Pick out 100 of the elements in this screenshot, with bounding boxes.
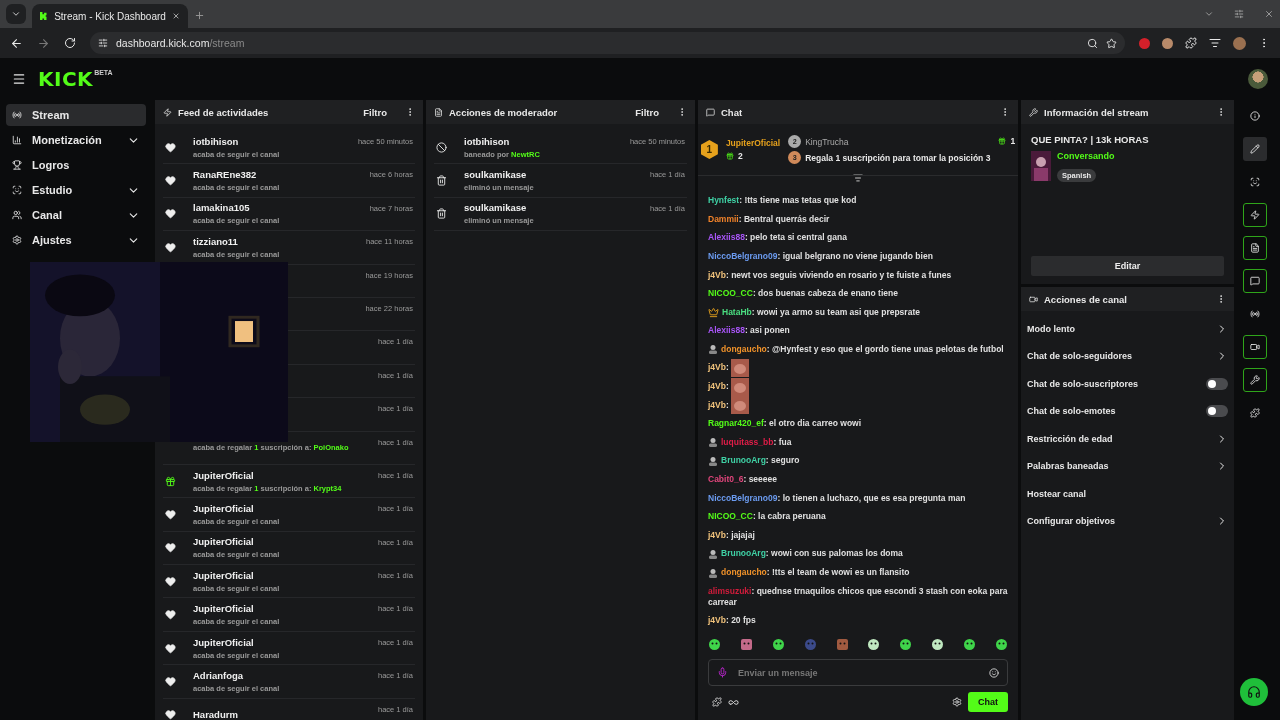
- emote-icon[interactable]: [899, 638, 913, 651]
- username[interactable]: tizziano11: [193, 235, 358, 247]
- chat-message: NICOO_CC: la cabra peruana: [708, 511, 827, 523]
- category-link[interactable]: Conversando: [1057, 151, 1115, 161]
- username[interactable]: RanaREne382: [193, 169, 362, 181]
- bolt-icon: [1250, 210, 1260, 220]
- headset-icon: [1247, 685, 1261, 699]
- panel-title: Acciones de moderador: [449, 106, 559, 118]
- chat-message: j4Vb:: [708, 362, 729, 374]
- message-box[interactable]: Enviar un mensaje: [708, 659, 1008, 686]
- channel-action[interactable]: Modo lento: [1027, 323, 1216, 334]
- username[interactable]: Adrianfoga: [193, 669, 370, 681]
- address-bar[interactable]: dashboard.kick.com/stream: [90, 32, 1125, 54]
- sidebar-item[interactable]: Stream: [6, 104, 146, 126]
- trash-icon: [436, 175, 447, 187]
- edit-button[interactable]: Editar: [1031, 256, 1224, 276]
- channel-action[interactable]: Chat de solo-emotes: [1027, 406, 1206, 417]
- channel-action[interactable]: Chat de solo-seguidores: [1027, 351, 1216, 362]
- ban-icon: [436, 141, 447, 153]
- heart-icon: [165, 141, 176, 153]
- chat-message: dongaucho: !tts el team de wowi es un flansito: [721, 567, 911, 578]
- extension-icon[interactable]: [1162, 37, 1173, 49]
- emote-icon[interactable]: [867, 638, 881, 651]
- emote-icon[interactable]: [963, 638, 976, 651]
- rail-button[interactable]: [1243, 368, 1267, 392]
- help-button[interactable]: [1240, 678, 1268, 706]
- send-button[interactable]: Chat: [968, 692, 1008, 712]
- browser-tab[interactable]: Stream - Kick Dashboard: [32, 4, 188, 28]
- chat-message: BrunooArg: seguro: [721, 455, 801, 467]
- star-icon: [1106, 37, 1117, 49]
- username[interactable]: JupiterOficial: [193, 503, 370, 514]
- sidebar-item[interactable]: Logros: [6, 154, 146, 176]
- username[interactable]: JupiterOficial: [193, 536, 370, 548]
- info-icon: [1250, 111, 1260, 121]
- document-icon: [1250, 243, 1260, 253]
- gift-icon: [725, 152, 734, 160]
- nav-icon: [12, 235, 22, 245]
- username[interactable]: Haradurm: [193, 709, 370, 720]
- user-avatar[interactable]: [1248, 69, 1268, 89]
- chat-message: j4Vb: 20 fps: [708, 615, 757, 627]
- trash-icon: [436, 208, 447, 220]
- sidebar-item[interactable]: Canal: [6, 204, 146, 226]
- sidebar-item[interactable]: Estudio: [6, 179, 146, 201]
- puzzle-icon: [1185, 37, 1197, 49]
- channel-action[interactable]: Palabras baneadas: [1027, 461, 1216, 472]
- rail-button[interactable]: [1243, 269, 1267, 293]
- rail-button[interactable]: [1243, 335, 1267, 359]
- emote-icon[interactable]: [708, 638, 721, 651]
- broadcast-icon: [1250, 309, 1260, 319]
- menu-icon: [12, 72, 26, 86]
- emote-icon[interactable]: [994, 638, 1008, 651]
- chat-message: Ragnar420_ef: el otro dia carreo wowi: [708, 418, 863, 430]
- channel-action[interactable]: Configurar objetivos: [1027, 516, 1216, 527]
- filter-link[interactable]: Filtro: [635, 106, 659, 118]
- new-tab-icon: [194, 10, 205, 21]
- chat-message: j4Vb: newt vos seguis viviendo en rosario y te fuiste a funes: [708, 269, 953, 281]
- filter-link[interactable]: Filtro: [363, 106, 387, 118]
- chat-icon: [706, 107, 715, 117]
- channel-action[interactable]: Restricción de edad: [1027, 433, 1216, 444]
- toggle-switch[interactable]: [1206, 377, 1228, 390]
- forward-icon: [37, 36, 50, 50]
- panel-title: Acciones de canal: [1044, 293, 1128, 305]
- rail-button[interactable]: [1243, 236, 1267, 260]
- username[interactable]: soulkamikase: [464, 202, 642, 214]
- chat-message: Cabit0_6: seeeee: [708, 474, 778, 486]
- username[interactable]: lamakina105: [193, 202, 362, 214]
- channel-action[interactable]: Hostear canal: [1027, 488, 1228, 499]
- heart-icon: [165, 575, 176, 587]
- sidebar-item[interactable]: Monetización: [6, 129, 146, 151]
- chat-message: Hynfest: !tts tiene mas tetas que kod: [708, 195, 858, 207]
- toggle-switch[interactable]: [1206, 405, 1228, 418]
- chat-message: luquitass_bb: fua: [721, 436, 793, 448]
- chat-message: NiccoBelgrano09: igual belgrano no viene jugando bien: [708, 250, 934, 262]
- leader-name[interactable]: KingTrucha: [805, 136, 849, 147]
- chat-message: j4Vb:: [708, 399, 729, 411]
- username[interactable]: iotbihison: [193, 135, 350, 147]
- username[interactable]: JupiterOficial: [193, 569, 370, 581]
- emote-icon[interactable]: [931, 638, 945, 651]
- heart-icon: [165, 675, 176, 687]
- close-icon: [171, 11, 180, 21]
- sidebar-item[interactable]: Ajustes: [6, 229, 146, 251]
- chat-message: Dammii: Bentral querrás decir: [708, 213, 831, 225]
- username[interactable]: JupiterOficial: [193, 603, 370, 615]
- nav-icon: [12, 135, 22, 145]
- channel-action[interactable]: Chat de solo-suscriptores: [1027, 378, 1206, 389]
- rail-button[interactable]: [1243, 137, 1267, 161]
- document-icon: [434, 107, 443, 117]
- leader-name[interactable]: JupiterOficial: [725, 138, 781, 148]
- rail-button[interactable]: [1243, 203, 1267, 227]
- chat-message: Alexiis88: pelo teta si central gana: [708, 232, 848, 244]
- username[interactable]: JupiterOficial: [193, 469, 370, 481]
- username[interactable]: iotbihison: [464, 135, 622, 147]
- profile-avatar[interactable]: [1233, 36, 1246, 50]
- username[interactable]: JupiterOficial: [193, 636, 370, 648]
- emote-icon[interactable]: [771, 638, 785, 651]
- rank-badge: 1: [700, 140, 718, 159]
- message-input[interactable]: Enviar un mensaje: [736, 666, 981, 679]
- back-icon: [10, 36, 23, 50]
- extension-icon[interactable]: [1139, 37, 1150, 49]
- username[interactable]: soulkamikase: [464, 169, 642, 181]
